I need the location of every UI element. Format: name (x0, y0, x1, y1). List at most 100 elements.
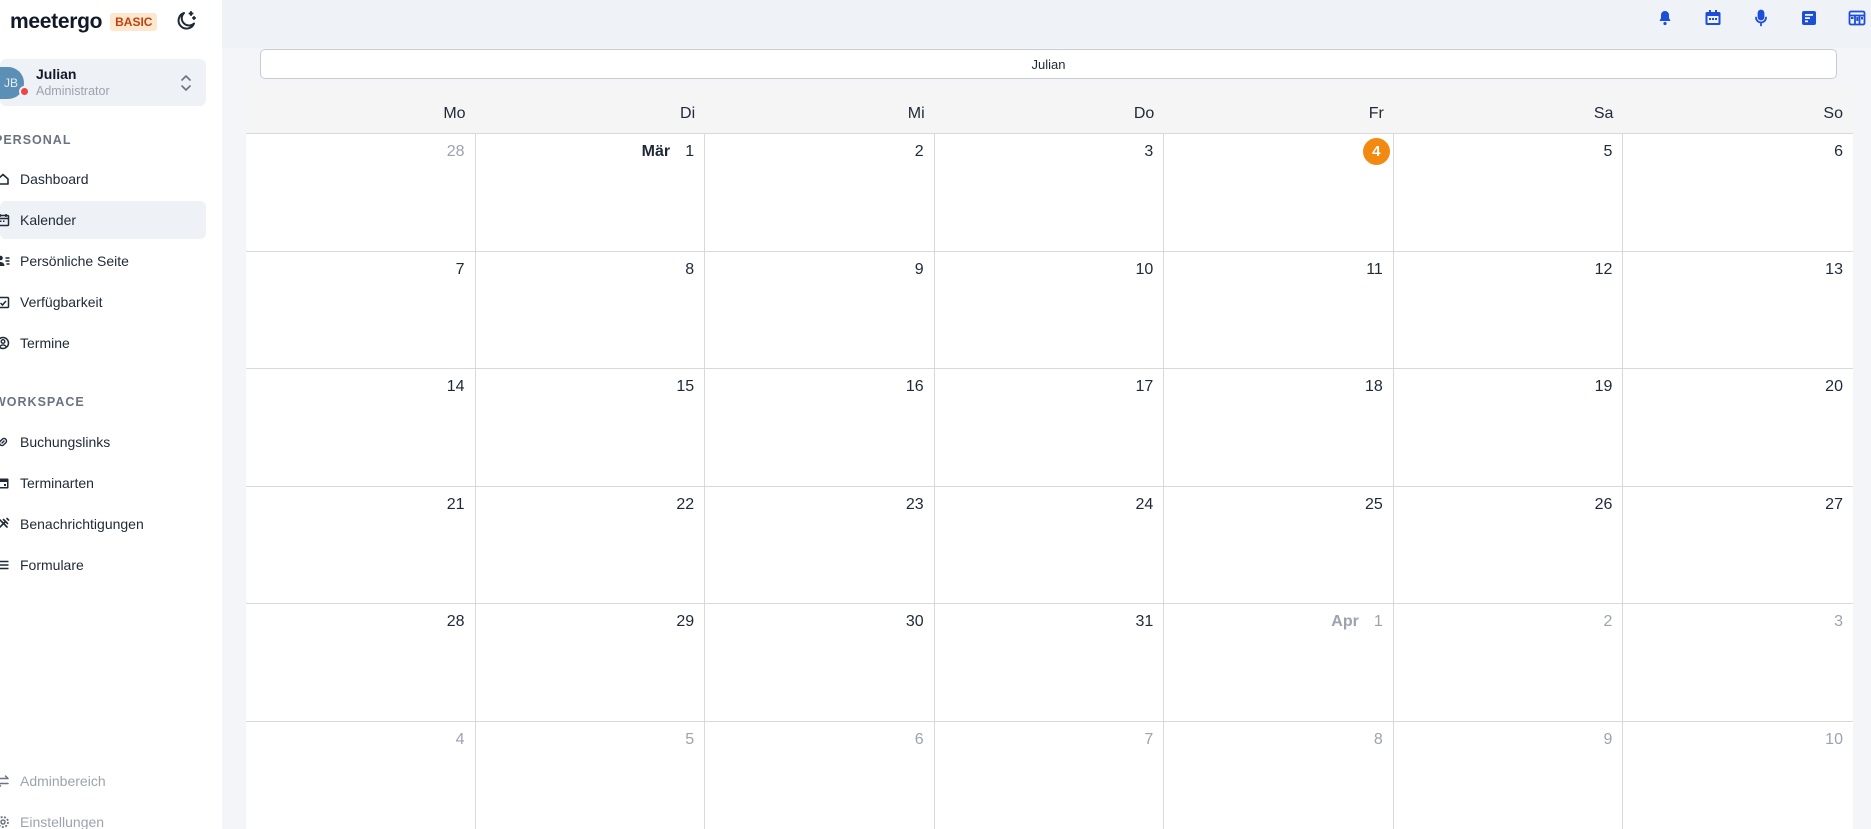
calendar-day-cell[interactable]: 20 (1623, 369, 1853, 487)
calendar-day-cell[interactable]: 16 (705, 369, 935, 487)
calendar-day-cell[interactable]: 10 (1623, 721, 1853, 829)
sidebar-item-label: Buchungslinks (20, 434, 111, 450)
calendar-day-cell[interactable]: 3 (934, 134, 1165, 252)
calendar-day-cell[interactable]: 1 Mär (475, 134, 706, 252)
calendar-day-cell[interactable]: 4 (246, 721, 476, 829)
sidebar-item-termine[interactable]: Termine (0, 324, 206, 362)
calendar-day-cell[interactable]: 19 (1393, 369, 1624, 487)
moon-icon[interactable] (174, 9, 198, 33)
day-number: 20 (1825, 378, 1843, 395)
day-number: 22 (676, 495, 695, 513)
calendar-day-cell[interactable]: 10 (934, 251, 1165, 369)
board-icon[interactable] (1847, 8, 1867, 28)
calendar-day-cell[interactable]: 21 (246, 486, 476, 604)
calendar-day-cell[interactable]: 28 (246, 134, 476, 252)
form-icon[interactable] (1799, 8, 1819, 28)
sidebar-item-terminarten[interactable]: Terminarten (0, 464, 206, 502)
day-number: 8 (685, 260, 695, 278)
calendar-day-cell[interactable]: 24 (934, 486, 1165, 604)
sidebar-item-benachrichtigungen[interactable]: Benachrichtigungen (0, 505, 206, 543)
day-number: 14 (446, 378, 465, 395)
section-workspace: WORKSPACE (0, 395, 85, 409)
calendar-day-cell[interactable]: 7 (246, 251, 476, 369)
sidebar-item-personliche-seite[interactable]: Persönliche Seite (0, 242, 206, 280)
day-number: 2 (914, 143, 924, 160)
day-number: 4 (455, 730, 465, 748)
day-number: 1 (1373, 613, 1383, 630)
calendar-day-cell[interactable]: 2 (1393, 604, 1624, 722)
day-number: 2 (1603, 613, 1613, 630)
calendar-day-cell[interactable]: 1 Apr (1164, 604, 1394, 722)
calendar-day-cell[interactable]: 15 (475, 369, 706, 487)
sidebar-item-kalender[interactable]: Kalender (0, 201, 206, 239)
sidebar-item-formulare[interactable]: Formulare (0, 546, 206, 584)
sidebar-item-label: Terminarten (20, 475, 94, 491)
bell-icon[interactable] (1655, 8, 1675, 28)
calendar-event-icon (0, 478, 9, 489)
calendar-day-cell[interactable]: 18 (1164, 369, 1394, 487)
brand[interactable]: meetergo BASIC (10, 10, 158, 34)
calendar-day-cell[interactable]: 3 (1623, 604, 1853, 722)
calendar-day-cell[interactable]: 12 (1393, 251, 1624, 369)
day-number: 27 (1825, 495, 1843, 513)
calendar-day-cell[interactable]: 2 (705, 134, 935, 252)
calendar-day-cell[interactable]: 22 (475, 486, 706, 604)
calendar-day-cell[interactable]: 8 (475, 251, 706, 369)
plan-badge: BASIC (110, 13, 158, 31)
calendar-day-cell[interactable]: 6 (705, 721, 935, 829)
sidebar-item-buchungslinks[interactable]: Buchungslinks (0, 423, 206, 461)
sidebar-item-einstellungen[interactable]: Einstellungen (0, 803, 206, 829)
calendar-day-cell[interactable]: 31 (934, 604, 1165, 722)
day-number: 28 (446, 613, 465, 630)
swap-icon (0, 775, 9, 787)
sidebar-item-label: Formulare (20, 557, 84, 573)
calendar-day-cell[interactable]: 23 (705, 486, 935, 604)
calendar-day-cell[interactable]: 8 (1164, 721, 1394, 829)
day-number: 7 (1144, 730, 1154, 748)
calendar-day-cell[interactable]: 9 (1393, 721, 1624, 829)
calendar-day-cell[interactable]: 11 (1164, 251, 1394, 369)
calendar-day-cell[interactable]: 27 (1623, 486, 1853, 604)
sidebar-item-label: Einstellungen (20, 814, 105, 829)
weekday-header-so: So (1823, 105, 1843, 122)
notification-icon (0, 517, 10, 529)
sidebar-item-dashboard[interactable]: Dashboard (0, 160, 206, 198)
month-label: Mär (641, 143, 671, 160)
day-number: 17 (1135, 378, 1154, 395)
calendar-day-cell[interactable]: 9 (705, 251, 935, 369)
day-number: 10 (1825, 730, 1843, 748)
link-icon (0, 437, 8, 447)
month-calendar: Mo Di Mi Do Fr Sa So 28 1 Mär 2 3 4 5 6 7 8 9 10 11 12 13 14 1… (246, 84, 1853, 829)
day-number: 3 (1144, 143, 1154, 160)
sidebar-item-verfugbarkeit[interactable]: Verfügbarkeit (0, 283, 206, 321)
calendar-day-cell[interactable]: 6 (1623, 134, 1853, 252)
calendar-user-filter[interactable]: Julian (260, 49, 1837, 79)
day-number: 5 (685, 730, 695, 748)
user-circle-icon (0, 336, 10, 350)
day-number: 8 (1373, 730, 1383, 748)
day-number: 29 (676, 613, 695, 630)
day-number: 16 (905, 378, 924, 395)
sidebar: meetergo BASIC JB Julian Administrator P… (0, 0, 222, 829)
calendar-day-cell[interactable]: 17 (934, 369, 1165, 487)
day-number: 11 (1366, 260, 1383, 278)
calendar-day-cell[interactable]: 26 (1393, 486, 1624, 604)
calendar-day-cell[interactable]: 5 (1393, 134, 1624, 252)
calendar-day-cell[interactable]: 25 (1164, 486, 1394, 604)
sidebar-item-adminbereich[interactable]: Adminbereich (0, 762, 206, 800)
day-number: 28 (446, 143, 465, 160)
calendar-day-cell[interactable]: 28 (246, 604, 476, 722)
calendar-day-cell[interactable]: 7 (934, 721, 1165, 829)
calendar-day-cell[interactable]: 4 (1164, 134, 1394, 252)
calendar-day-cell[interactable]: 13 (1623, 251, 1853, 369)
microphone-icon[interactable] (1751, 8, 1771, 28)
calendar-icon[interactable] (1703, 8, 1723, 28)
user-switcher[interactable]: JB Julian Administrator (0, 59, 206, 106)
calendar-day-cell[interactable]: 14 (246, 369, 476, 487)
day-number: 1 (685, 143, 695, 160)
calendar-day-cell[interactable]: 29 (475, 604, 706, 722)
calendar-day-cell[interactable]: 30 (705, 604, 935, 722)
day-number: 15 (676, 378, 695, 395)
sidebar-item-label: Dashboard (20, 171, 89, 187)
calendar-day-cell[interactable]: 5 (475, 721, 706, 829)
